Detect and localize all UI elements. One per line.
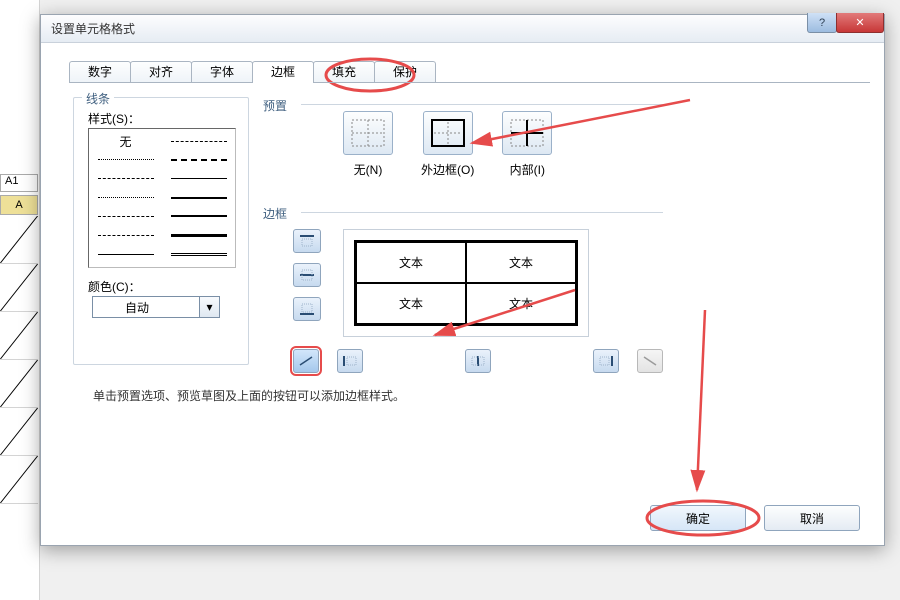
divider — [301, 212, 663, 213]
help-button[interactable]: ? — [807, 13, 837, 33]
border-right-button[interactable] — [593, 349, 619, 373]
border-top-button[interactable] — [293, 229, 321, 253]
line-style-item[interactable] — [166, 171, 231, 187]
line-style-item[interactable] — [93, 190, 158, 206]
border-vertical-button[interactable] — [465, 349, 491, 373]
ok-button[interactable]: 确定 — [650, 505, 746, 531]
line-style-item[interactable] — [93, 171, 158, 187]
preset-outline-label: 外边框(O) — [421, 161, 474, 178]
line-color-value: 自动 — [125, 299, 149, 316]
preview-cell: 文本 — [356, 242, 466, 283]
dropdown-icon: ▾ — [199, 297, 219, 317]
preview-cell: 文本 — [356, 283, 466, 324]
border-left-button[interactable] — [337, 349, 363, 373]
border-group-label: 边框 — [263, 205, 287, 222]
preset-none-label: 无(N) — [354, 161, 383, 178]
dialog-title: 设置单元格格式 — [51, 20, 135, 37]
help-icon: ? — [819, 17, 825, 29]
line-style-item[interactable] — [93, 208, 158, 224]
line-style-item[interactable] — [166, 246, 231, 262]
color-label: 颜色(C)： — [88, 278, 141, 295]
close-icon: ✕ — [855, 16, 864, 29]
line-style-item[interactable] — [166, 152, 231, 168]
line-style-item[interactable] — [93, 246, 158, 262]
preset-inside-icon — [509, 118, 545, 148]
tab-border[interactable]: 边框 — [252, 61, 314, 83]
preset-inside-button[interactable] — [502, 111, 552, 155]
line-style-item[interactable] — [166, 190, 231, 206]
preset-inside-label: 内部(I) — [510, 161, 545, 178]
row-cell — [0, 216, 38, 264]
lines-group-label: 线条 — [82, 90, 114, 107]
row-cell — [0, 360, 38, 408]
tab-alignment[interactable]: 对齐 — [130, 61, 192, 83]
preset-none-button[interactable] — [343, 111, 393, 155]
line-color-combo[interactable]: 自动 ▾ — [92, 296, 220, 318]
line-style-list[interactable]: 无 — [88, 128, 236, 268]
border-horizontal-button[interactable] — [293, 263, 321, 287]
name-box[interactable]: A1 — [0, 174, 38, 192]
divider — [301, 104, 663, 105]
tab-font[interactable]: 字体 — [191, 61, 253, 83]
border-preview[interactable]: 文本 文本 文本 文本 — [343, 229, 589, 337]
row-cell — [0, 312, 38, 360]
preview-cell: 文本 — [466, 283, 576, 324]
preset-outline-button[interactable] — [423, 111, 473, 155]
tab-fill[interactable]: 填充 — [313, 61, 375, 83]
line-style-none[interactable]: 无 — [93, 133, 158, 149]
preset-none-icon — [350, 118, 386, 148]
line-style-item[interactable] — [166, 227, 231, 243]
row-cell — [0, 408, 38, 456]
border-group: 边框 文本 文本 文本 文本 — [263, 205, 663, 375]
line-style-item[interactable] — [93, 227, 158, 243]
border-bottom-button[interactable] — [293, 297, 321, 321]
tab-protection[interactable]: 保护 — [374, 61, 436, 83]
line-style-item[interactable] — [166, 133, 231, 149]
line-style-item[interactable] — [166, 208, 231, 224]
row-cell — [0, 264, 38, 312]
tab-content: 线条 样式(S)： 无 颜色(C)： 自动 ▾ — [65, 87, 860, 489]
line-style-item[interactable] — [93, 152, 158, 168]
tab-number[interactable]: 数字 — [69, 61, 131, 83]
preset-group-label: 预置 — [263, 97, 287, 114]
style-label: 样式(S)： — [88, 110, 140, 127]
hint-text: 单击预置选项、预览草图及上面的按钮可以添加边框样式。 — [93, 387, 405, 404]
preset-group: 预置 无(N) 外边框(O) — [263, 97, 663, 199]
column-header-a[interactable]: A — [0, 195, 38, 215]
row-cell — [0, 456, 38, 504]
lines-group: 线条 样式(S)： 无 颜色(C)： 自动 ▾ — [73, 97, 249, 365]
preview-cell: 文本 — [466, 242, 576, 283]
tabstrip: 数字 对齐 字体 边框 填充 保护 — [69, 61, 884, 83]
border-diag-up-button[interactable] — [293, 349, 319, 373]
preset-outline-icon — [430, 118, 466, 148]
cancel-button[interactable]: 取消 — [764, 505, 860, 531]
format-cells-dialog: 设置单元格格式 ? ✕ 数字 对齐 字体 边框 填充 保护 线条 样式(S)： … — [40, 14, 885, 546]
titlebar[interactable]: 设置单元格格式 ? ✕ — [41, 15, 884, 43]
close-button[interactable]: ✕ — [836, 13, 884, 33]
border-diag-down-button[interactable] — [637, 349, 663, 373]
tab-underline — [69, 82, 870, 83]
